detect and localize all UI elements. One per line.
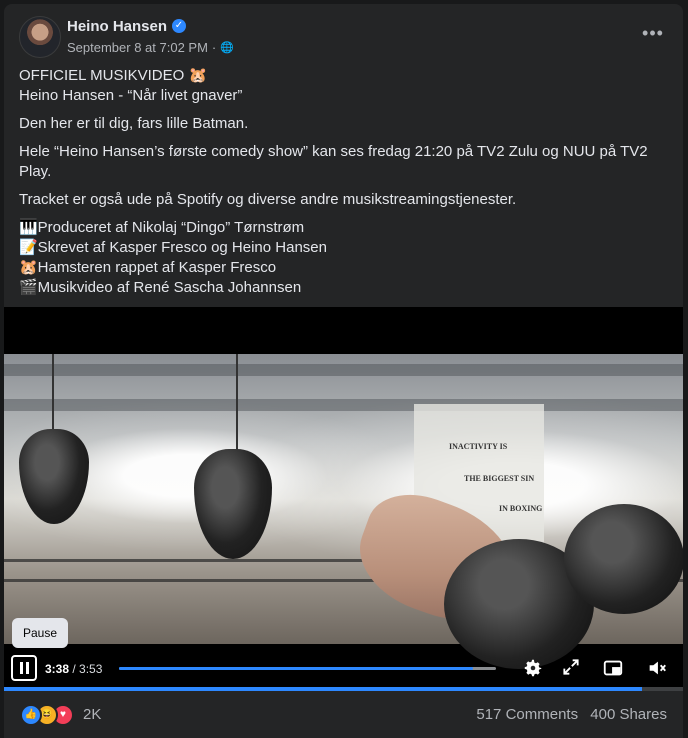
author-avatar[interactable]: [19, 16, 61, 58]
ceiling-beam: [4, 364, 683, 376]
verified-badge-icon: ✓: [172, 19, 186, 33]
video-frame[interactable]: INACTIVITY IS THE BIGGEST SIN IN BOXING: [4, 354, 683, 669]
pause-tooltip: Pause: [12, 618, 69, 648]
post-title-line: OFFICIEL MUSIKVIDEO 🐹: [19, 67, 208, 84]
post-subtitle-line: Heino Hansen - “Når livet gnaver”: [19, 87, 243, 104]
credit-line: 🐹Hamsteren rappet af Kasper Fresco: [19, 259, 277, 276]
punching-bag: [19, 429, 89, 524]
like-reaction-icon: 👍: [20, 704, 42, 726]
post-stats: 517 Comments 400 Shares: [476, 706, 667, 723]
post-card: Heino Hansen ✓ September 8 at 7:02 PM · …: [4, 4, 683, 738]
video-controls: 3:38 / 3:53: [4, 649, 683, 687]
credits-block: 🎹Produceret af Nikolaj “Dingo” Tørnstrøm…: [19, 218, 669, 298]
time-separator: /: [69, 662, 80, 676]
fullscreen-icon[interactable]: [559, 657, 583, 681]
reaction-icons[interactable]: 👍 😆 ♥: [20, 704, 80, 726]
post-header: Heino Hansen ✓ September 8 at 7:02 PM · …: [4, 4, 683, 66]
boxing-glove: [564, 504, 683, 614]
seek-bar-fill: [119, 667, 474, 670]
video-progress-strip: [4, 687, 683, 691]
video-player[interactable]: INACTIVITY IS THE BIGGEST SIN IN BOXING: [4, 307, 683, 687]
reaction-count[interactable]: 2K: [83, 706, 101, 723]
more-options-button[interactable]: •••: [637, 20, 669, 52]
shares-count[interactable]: 400 Shares: [590, 706, 667, 723]
bag-rope: [236, 354, 238, 454]
author-name[interactable]: Heino Hansen: [67, 18, 167, 35]
post-meta: September 8 at 7:02 PM · 🌐: [67, 40, 234, 55]
post-title-block: OFFICIEL MUSIKVIDEO 🐹 Heino Hansen - “Nå…: [19, 66, 669, 106]
time-display: 3:38 / 3:53: [45, 662, 102, 676]
bag-rope: [52, 354, 54, 434]
mute-icon[interactable]: [645, 657, 669, 681]
post-text: OFFICIEL MUSIKVIDEO 🐹 Heino Hansen - “Nå…: [19, 66, 669, 306]
pause-button[interactable]: [11, 655, 37, 681]
globe-icon: 🌐: [220, 42, 234, 54]
current-time: 3:38: [45, 662, 70, 676]
credit-line: 🎬Musikvideo af René Sascha Johannsen: [19, 279, 302, 296]
seek-bar[interactable]: [119, 667, 496, 670]
credit-line: 📝Skrevet af Kasper Fresco og Heino Hanse…: [19, 239, 327, 256]
punching-bag: [194, 449, 272, 559]
post-timestamp[interactable]: September 8 at 7:02 PM: [67, 40, 208, 55]
credit-line: 🎹Produceret af Nikolaj “Dingo” Tørnstrøm: [19, 219, 305, 236]
post-paragraph: Den her er til dig, fars lille Batman.: [19, 115, 249, 132]
comments-count[interactable]: 517 Comments: [476, 706, 578, 723]
post-paragraph: Tracket er også ude på Spotify og divers…: [19, 191, 517, 208]
ceiling-beam: [4, 399, 683, 411]
video-progress-strip-fill: [4, 687, 643, 691]
settings-gear-icon[interactable]: [521, 657, 545, 681]
picture-in-picture-icon[interactable]: [601, 657, 625, 681]
post-footer: 👍 😆 ♥ 2K 517 Comments 400 Shares: [4, 696, 683, 738]
duration: 3:53: [79, 662, 103, 676]
post-paragraph: Hele “Heino Hansen’s første comedy show”…: [19, 143, 648, 180]
